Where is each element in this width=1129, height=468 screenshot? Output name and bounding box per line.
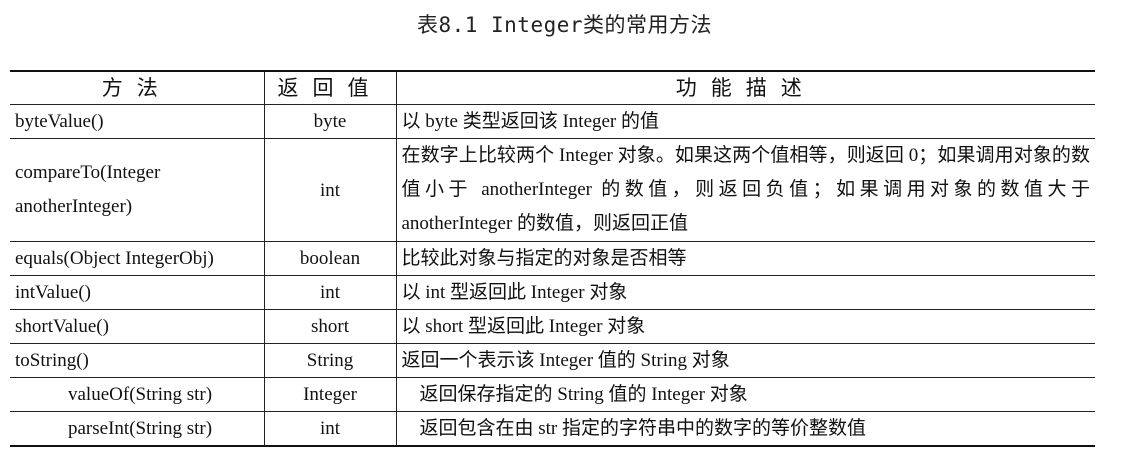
method-cell: byteValue() <box>10 104 265 139</box>
return-value-cell: byte <box>263 104 397 139</box>
table-row: equals(Object IntegerObj) boolean 比较此对象与… <box>10 241 1095 276</box>
table-row: byteValue() byte 以 byte 类型返回该 Integer 的值 <box>10 104 1095 139</box>
integer-methods-table: 方法 返回值 功能描述 byteValue() byte 以 byte 类型返回… <box>10 70 1095 447</box>
method-cell: intValue() <box>10 275 265 310</box>
table-row: intValue() int 以 int 型返回此 Integer 对象 <box>10 275 1095 310</box>
table-header-row: 方法 返回值 功能描述 <box>10 70 1095 105</box>
method-cell: toString() <box>10 343 265 378</box>
return-value-cell: short <box>263 309 397 344</box>
return-value-cell: int <box>263 138 397 242</box>
description-cell: 返回一个表示该 Integer 值的 String 对象 <box>395 343 1095 378</box>
table-row: valueOf(String str) Integer 返回保存指定的 Stri… <box>10 377 1095 412</box>
method-cell: compareTo(Integer anotherInteger) <box>10 138 265 242</box>
table-caption: 表8.1 Integer类的常用方法 <box>416 13 713 37</box>
return-value-cell: Integer <box>263 377 397 412</box>
return-value-cell: int <box>263 411 397 447</box>
return-value-cell: String <box>263 343 397 378</box>
description-cell: 以 byte 类型返回该 Integer 的值 <box>395 104 1095 139</box>
description-cell: 比较此对象与指定的对象是否相等 <box>395 241 1095 276</box>
return-value-cell: int <box>263 275 397 310</box>
table-row: shortValue() short 以 short 型返回此 Integer … <box>10 309 1095 344</box>
description-cell: 返回保存指定的 String 值的 Integer 对象 <box>395 377 1095 412</box>
description-cell: 以 short 型返回此 Integer 对象 <box>395 309 1095 344</box>
header-return-value: 返回值 <box>263 70 397 105</box>
method-cell: valueOf(String str) <box>10 377 265 412</box>
description-text: 在数字上比较两个 Integer 对象。如果这两个值相等，则返回 0；如果调用对… <box>401 145 1091 234</box>
table-row: toString() String 返回一个表示该 Integer 值的 Str… <box>10 343 1095 378</box>
header-method: 方法 <box>10 70 265 105</box>
description-cell: 以 int 型返回此 Integer 对象 <box>395 275 1095 310</box>
table-row: compareTo(Integer anotherInteger) int 在数… <box>10 138 1095 242</box>
return-value-cell: boolean <box>263 241 397 276</box>
description-cell: 在数字上比较两个 Integer 对象。如果这两个值相等，则返回 0；如果调用对… <box>395 138 1095 242</box>
method-cell: equals(Object IntegerObj) <box>10 241 265 276</box>
description-cell: 返回包含在由 str 指定的字符串中的数字的等价整数值 <box>395 411 1095 447</box>
table-row: parseInt(String str) int 返回包含在由 str 指定的字… <box>10 411 1095 447</box>
header-description: 功能描述 <box>395 70 1095 105</box>
method-cell: shortValue() <box>10 309 265 344</box>
method-cell: parseInt(String str) <box>10 411 265 447</box>
